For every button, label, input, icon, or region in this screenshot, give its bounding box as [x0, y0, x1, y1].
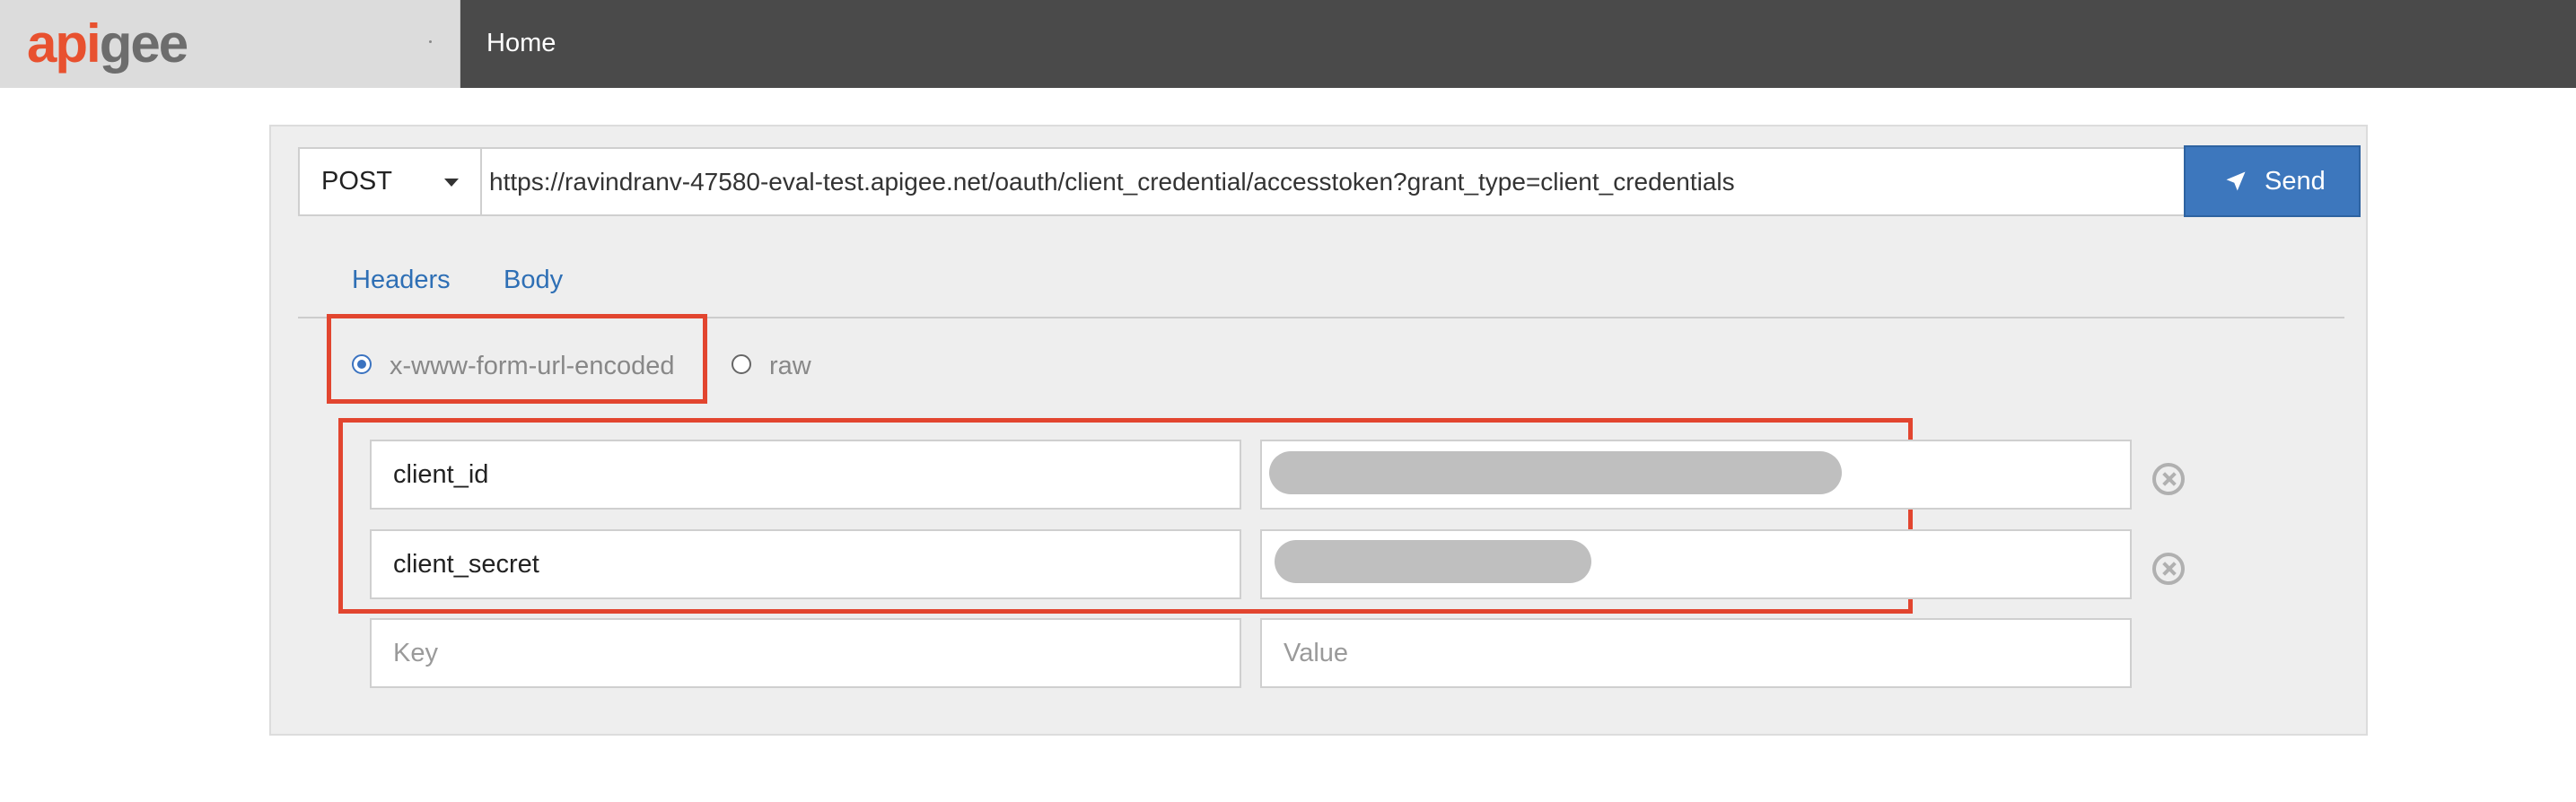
remove-circle-icon[interactable]: [2152, 463, 2185, 495]
top-bar: apigee Home: [0, 0, 2576, 88]
tab-body[interactable]: Body: [504, 264, 563, 296]
tab-headers[interactable]: Headers: [352, 264, 451, 296]
send-button[interactable]: Send: [2184, 145, 2361, 217]
redacted-value: [1269, 451, 1842, 494]
apigee-logo[interactable]: apigee: [27, 13, 188, 75]
url-input[interactable]: https://ravindranv-47580-eval-test.apige…: [480, 147, 2186, 216]
nav-home-link[interactable]: Home: [486, 27, 556, 59]
method-label: POST: [321, 167, 392, 196]
method-select[interactable]: POST: [298, 147, 482, 216]
separator-dot: [429, 40, 432, 43]
send-label: Send: [2265, 167, 2326, 196]
key-input-client-id[interactable]: client_id: [370, 440, 1241, 510]
paper-plane-icon: [2226, 171, 2246, 191]
radio-form-url-encoded[interactable]: [352, 354, 372, 374]
new-value-input[interactable]: Value: [1260, 618, 2132, 688]
logo-area[interactable]: apigee: [0, 0, 460, 88]
caret-down-icon: [444, 179, 459, 187]
radio-label-raw[interactable]: raw: [769, 350, 811, 382]
key-input-client-secret[interactable]: client_secret: [370, 529, 1241, 599]
new-key-input[interactable]: Key: [370, 618, 1241, 688]
remove-circle-icon[interactable]: [2152, 553, 2185, 585]
redacted-value: [1275, 540, 1591, 583]
radio-raw[interactable]: [732, 354, 751, 374]
radio-label-form-url-encoded[interactable]: x-www-form-url-encoded: [390, 350, 674, 382]
